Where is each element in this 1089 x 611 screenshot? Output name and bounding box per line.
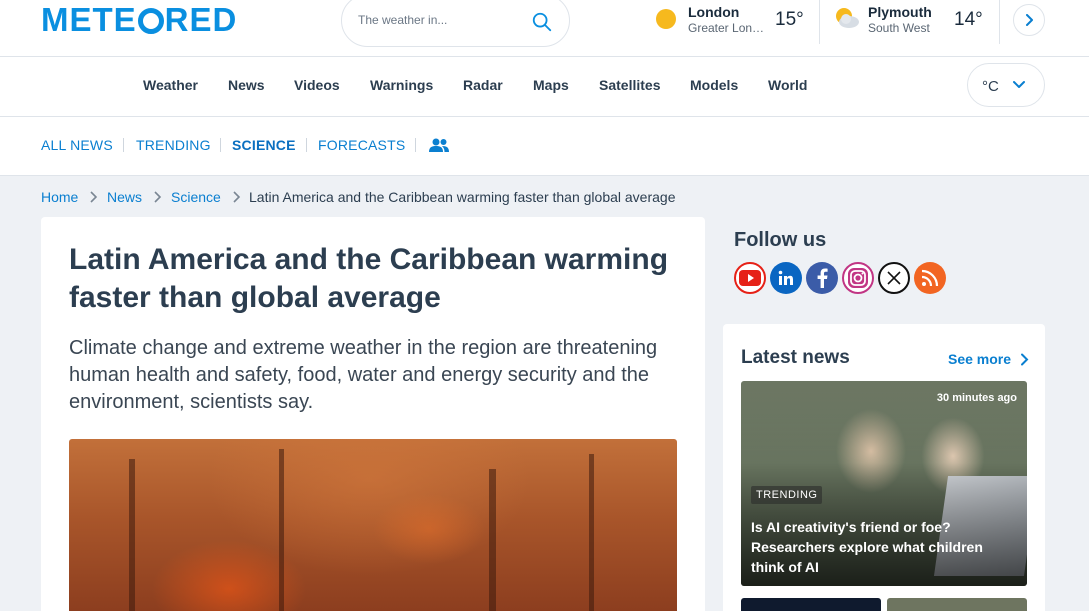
latest-news-card[interactable]: 30 minutes ago TRENDING Is AI creativity… xyxy=(741,381,1027,586)
search-icon[interactable] xyxy=(531,11,553,33)
youtube-icon[interactable] xyxy=(734,262,766,294)
meteored-logo[interactable]: METE RED xyxy=(41,1,237,38)
article-card: Latin America and the Caribbean warming … xyxy=(41,217,705,611)
tree-silhouette xyxy=(129,459,135,611)
instagram-icon[interactable] xyxy=(842,262,874,294)
x-twitter-icon[interactable] xyxy=(878,262,910,294)
divider xyxy=(999,0,1000,44)
news-card-title[interactable]: Is AI creativity's friend or foe? Resear… xyxy=(751,517,1011,577)
unit-label: °C xyxy=(982,78,999,95)
nav-item-news[interactable]: News xyxy=(228,77,265,93)
nav-item-warnings[interactable]: Warnings xyxy=(370,77,433,93)
article-headline: Latin America and the Caribbean warming … xyxy=(69,243,669,314)
city-region: South West xyxy=(868,21,930,35)
city-name: London xyxy=(688,4,740,20)
partly-cloudy-icon xyxy=(836,8,859,28)
chevron-right-icon[interactable] xyxy=(1019,353,1029,366)
logo-text-after: RED xyxy=(164,1,238,38)
news-thumbnail[interactable] xyxy=(887,598,1027,611)
breadcrumb-home[interactable]: Home xyxy=(41,189,78,205)
chevron-right-icon xyxy=(1026,14,1033,26)
city-name: Plymouth xyxy=(868,4,932,20)
facebook-icon[interactable] xyxy=(806,262,838,294)
divider xyxy=(123,138,124,152)
tree-silhouette xyxy=(279,449,284,611)
article-hero-image[interactable] xyxy=(69,439,677,611)
community-icon[interactable] xyxy=(428,137,450,153)
city-region: Greater Lon… xyxy=(688,21,765,35)
tree-silhouette xyxy=(489,469,496,611)
logo-text-before: METE xyxy=(41,1,137,38)
chevron-right-icon xyxy=(154,191,162,203)
news-timestamp: 30 minutes ago xyxy=(936,392,1017,404)
rss-icon[interactable] xyxy=(914,262,946,294)
nav-item-radar[interactable]: Radar xyxy=(463,77,503,93)
tab-all-news[interactable]: ALL NEWS xyxy=(41,137,113,153)
city-weather-plymouth[interactable]: Plymouth South West 14° xyxy=(833,0,993,44)
divider xyxy=(306,138,307,152)
chevron-down-icon xyxy=(1013,81,1025,88)
nav-item-videos[interactable]: Videos xyxy=(294,77,340,93)
breadcrumb-current: Latin America and the Caribbean warming … xyxy=(249,189,676,205)
top-bar: METE RED London Greater Lon… 15° Plymouth… xyxy=(0,0,1089,57)
article-lede: Climate change and extreme weather in th… xyxy=(69,337,658,413)
chevron-right-icon xyxy=(233,191,241,203)
breadcrumb-news[interactable]: News xyxy=(107,189,142,205)
tab-science[interactable]: SCIENCE xyxy=(232,137,296,153)
tab-forecasts[interactable]: FORECASTS xyxy=(318,137,405,153)
divider xyxy=(819,0,820,44)
news-subnav: ALL NEWS TRENDING SCIENCE FORECASTS xyxy=(0,117,1089,176)
city-weather-london[interactable]: London Greater Lon… 15° xyxy=(655,0,815,44)
logo-o-icon xyxy=(137,8,164,34)
breadcrumb-science[interactable]: Science xyxy=(171,189,221,205)
follow-us-title: Follow us xyxy=(734,229,827,251)
news-thumbnail[interactable] xyxy=(741,598,881,611)
temperature-unit-select[interactable]: °C xyxy=(967,63,1045,107)
nav-item-satellites[interactable]: Satellites xyxy=(599,77,660,93)
nav-item-world[interactable]: World xyxy=(768,77,807,93)
nav-item-maps[interactable]: Maps xyxy=(533,77,569,93)
next-cities-button[interactable] xyxy=(1013,4,1045,36)
divider xyxy=(415,138,416,152)
see-more-link[interactable]: See more xyxy=(948,351,1011,367)
latest-news-panel: Latest news See more 30 minutes ago TREN… xyxy=(723,324,1045,611)
divider xyxy=(220,138,221,152)
city-temperature: 15° xyxy=(775,9,804,30)
linkedin-icon[interactable] xyxy=(770,262,802,294)
nav-item-models[interactable]: Models xyxy=(690,77,738,93)
sun-icon xyxy=(656,9,676,29)
search-box[interactable] xyxy=(341,0,570,47)
main-nav: Weather News Videos Warnings Radar Maps … xyxy=(0,57,1089,117)
latest-news-title: Latest news xyxy=(741,347,850,368)
chevron-right-icon xyxy=(90,191,98,203)
news-tag: TRENDING xyxy=(751,486,823,504)
nav-item-weather[interactable]: Weather xyxy=(143,77,198,93)
city-temperature: 14° xyxy=(954,9,983,30)
search-input[interactable] xyxy=(358,13,528,27)
tree-silhouette xyxy=(589,454,594,611)
tab-trending[interactable]: TRENDING xyxy=(136,137,211,153)
